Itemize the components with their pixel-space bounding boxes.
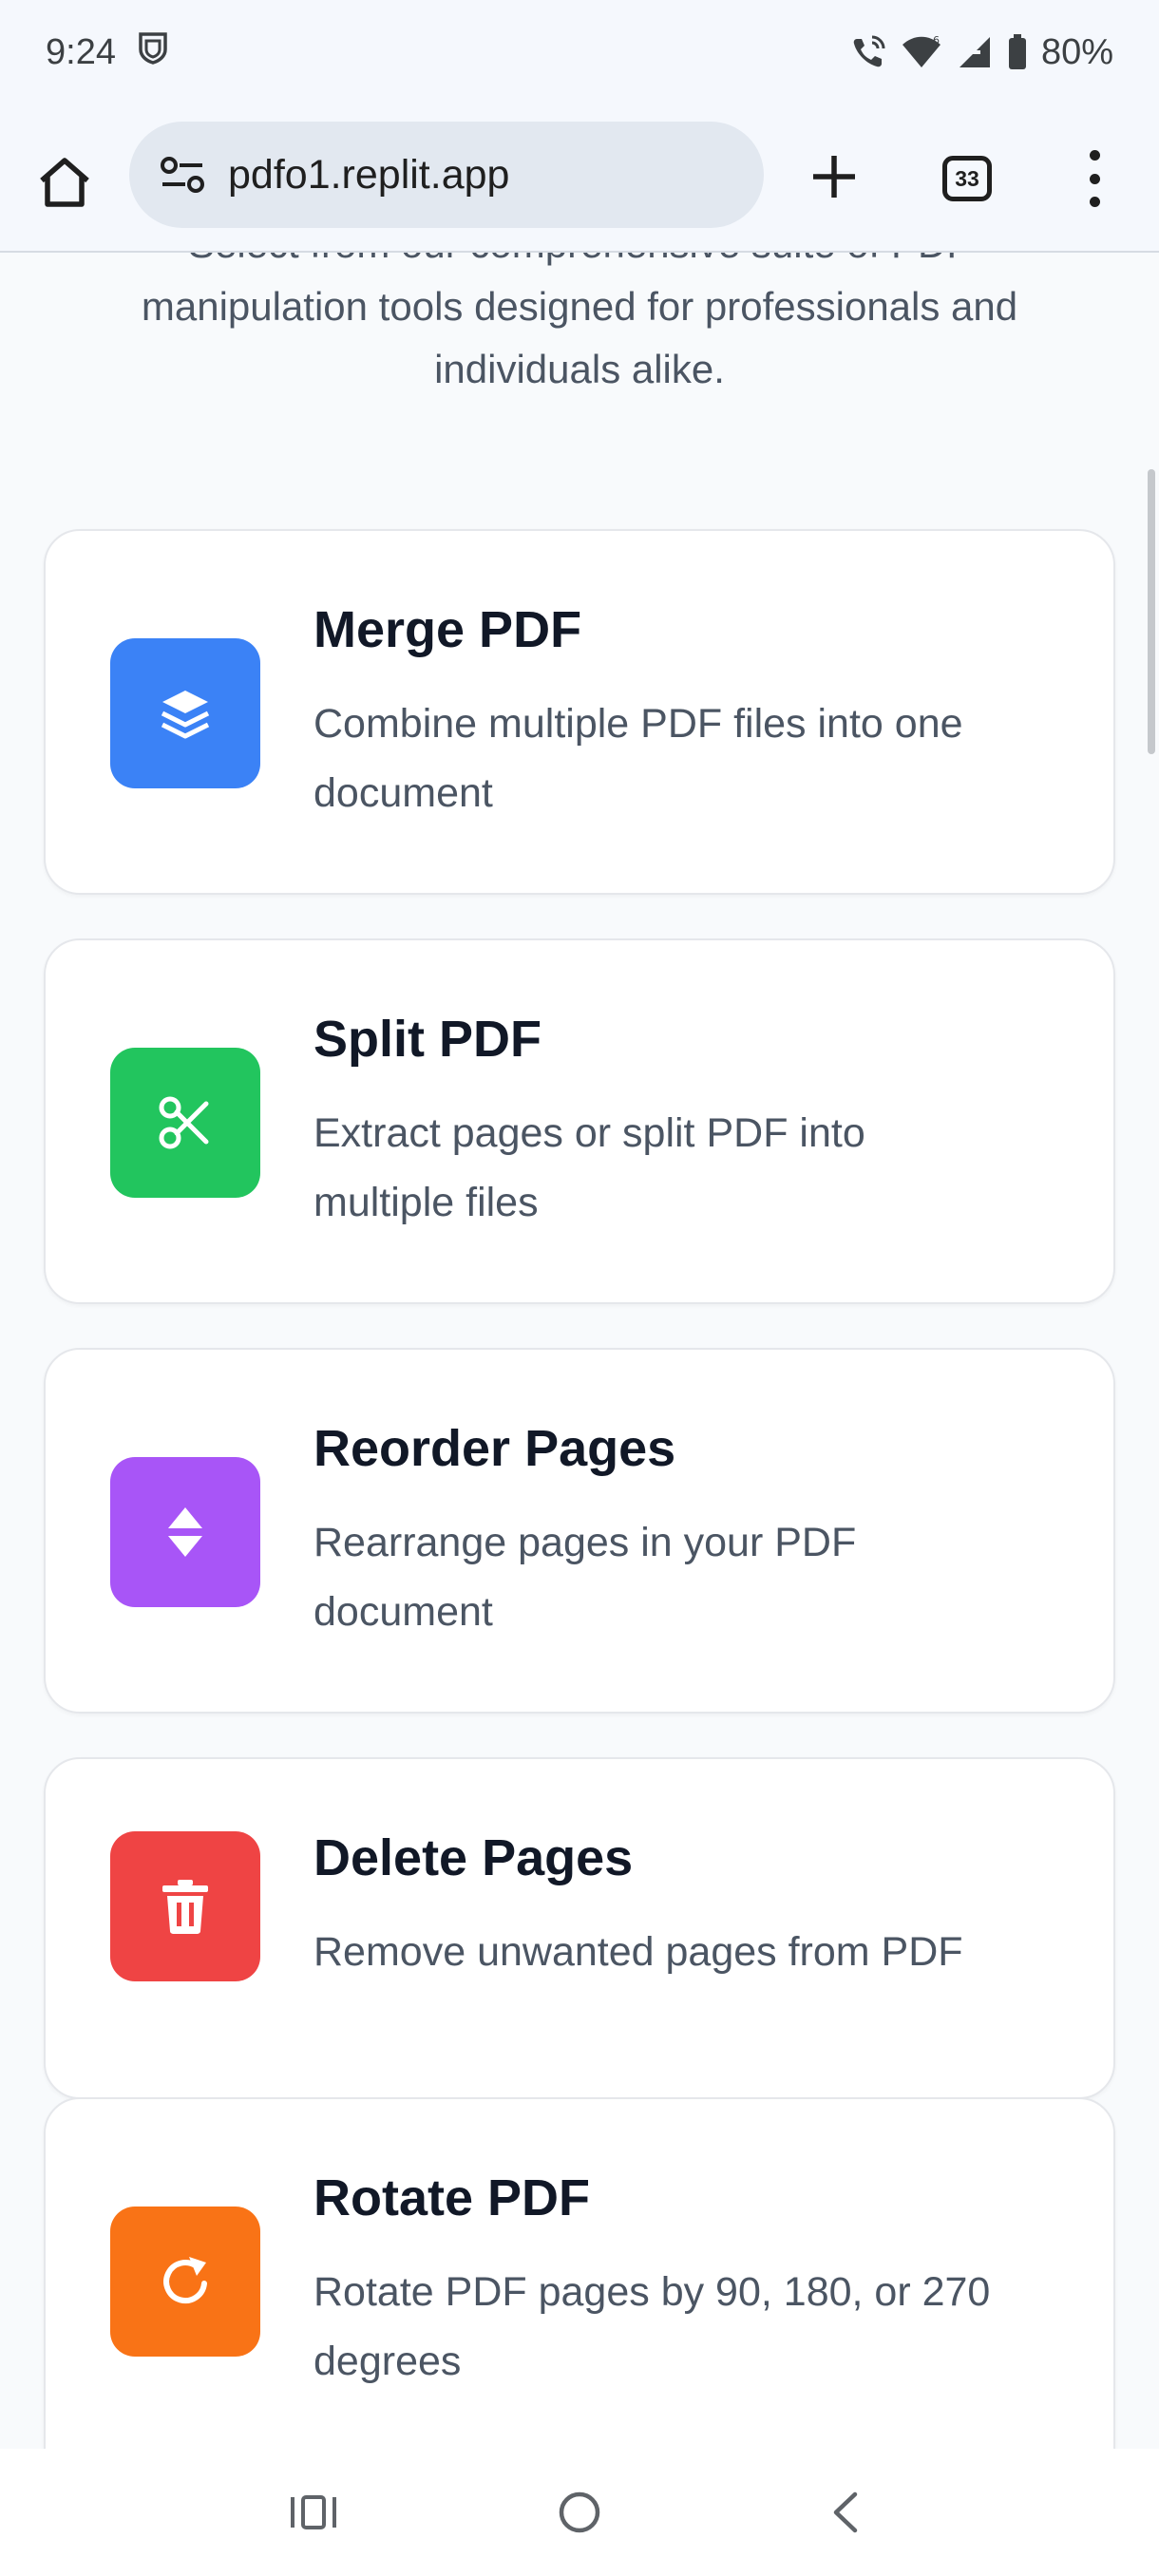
status-time: 9:24 — [46, 31, 116, 72]
tool-title: Merge PDF — [314, 601, 582, 658]
tool-title: Split PDF — [314, 1011, 542, 1068]
intro-text: Select from our comprehensive suite of P… — [57, 253, 1102, 401]
recents-icon — [291, 2495, 336, 2529]
tool-title: Reorder Pages — [314, 1420, 676, 1477]
tool-card-merge-pdf[interactable]: Merge PDF Combine multiple PDF files int… — [44, 529, 1115, 895]
description-line: Rotate PDF pages by 90, 180, or 270 — [314, 2269, 991, 2315]
tool-description: Remove unwanted pages from PDF — [314, 1918, 1074, 1987]
tool-card-rotate-pdf[interactable]: Rotate PDF Rotate PDF pages by 90, 180, … — [44, 2097, 1115, 2449]
intro-line: individuals alike. — [434, 347, 725, 391]
tool-icon-tile — [110, 1048, 260, 1198]
new-tab-button[interactable] — [796, 139, 872, 215]
tool-description: Rearrange pages in your PDF document — [314, 1508, 1074, 1647]
more-menu-button[interactable] — [1075, 150, 1113, 207]
description-line: multiple files — [314, 1180, 539, 1225]
sort-icon — [168, 1507, 202, 1557]
tool-card-split-pdf[interactable]: Split PDF Extract pages or split PDF int… — [44, 938, 1115, 1304]
address-bar[interactable]: pdfo1.replit.app — [129, 122, 764, 228]
page-content: Select from our comprehensive suite of P… — [0, 253, 1159, 2449]
signal-icon — [956, 33, 994, 71]
trash-icon — [162, 1880, 208, 1934]
tool-icon-tile — [110, 1457, 260, 1607]
tool-icon-tile — [110, 1831, 260, 1981]
svg-text:6: 6 — [933, 34, 940, 47]
tool-description: Extract pages or split PDF into multiple… — [314, 1099, 1074, 1238]
home-icon — [40, 158, 89, 207]
recents-button[interactable] — [280, 2479, 347, 2546]
home-nav-button[interactable] — [546, 2479, 613, 2546]
tab-switcher-button[interactable]: 33 — [942, 156, 992, 201]
description-line: Remove unwanted pages from PDF — [314, 1929, 963, 1975]
circle-home-icon — [559, 2491, 600, 2533]
system-nav-bar — [0, 2449, 1159, 2576]
tool-title: Delete Pages — [314, 1829, 634, 1886]
description-line: document — [314, 770, 493, 816]
url-text: pdfo1.replit.app — [228, 151, 510, 198]
battery-icon — [1007, 33, 1028, 71]
wifi-icon: 6 — [901, 33, 942, 71]
shield-icon — [137, 30, 169, 74]
tool-title: Rotate PDF — [314, 2169, 591, 2226]
browser-toolbar: pdfo1.replit.app 33 — [0, 104, 1159, 253]
tab-count: 33 — [955, 165, 979, 191]
tool-card-delete-pages[interactable]: Delete Pages Remove unwanted pages from … — [44, 1757, 1115, 2099]
more-vert-icon — [1089, 150, 1100, 161]
tool-card-reorder-pages[interactable]: Reorder Pages Rearrange pages in your PD… — [44, 1348, 1115, 1714]
home-button[interactable] — [28, 146, 101, 218]
description-line: Extract pages or split PDF into — [314, 1110, 865, 1156]
scrollbar-thumb[interactable] — [1148, 469, 1155, 754]
status-bar: 9:24 6 80% — [0, 0, 1159, 104]
description-line: document — [314, 1589, 493, 1635]
back-button[interactable] — [812, 2479, 879, 2546]
wifi-calling-icon — [849, 33, 887, 71]
layers-icon — [161, 691, 210, 739]
plus-icon — [813, 156, 855, 198]
scissors-icon — [159, 1096, 209, 1149]
battery-level: 80% — [1040, 31, 1113, 72]
description-line: Rearrange pages in your PDF — [314, 1520, 857, 1565]
tool-icon-tile — [110, 638, 260, 788]
rotate-icon — [163, 2257, 207, 2304]
site-settings-icon[interactable] — [148, 141, 217, 209]
tool-description: Rotate PDF pages by 90, 180, or 270 degr… — [314, 2258, 1074, 2396]
tool-description: Combine multiple PDF files into one docu… — [314, 690, 1074, 828]
description-line: Combine multiple PDF files into one — [314, 701, 963, 747]
tool-icon-tile — [110, 2207, 260, 2357]
intro-line: manipulation tools designed for professi… — [141, 284, 1018, 329]
description-line: degrees — [314, 2339, 462, 2384]
intro-line: Select from our comprehensive suite of P… — [57, 253, 1102, 275]
back-arrow-icon — [833, 2491, 858, 2533]
